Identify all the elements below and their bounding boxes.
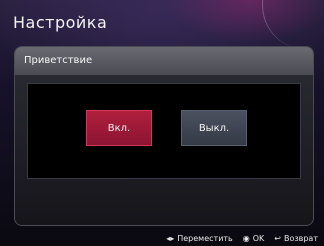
footer-hints: ◂▸ Переместить ◉ OK ↩ Возврат xyxy=(166,234,318,243)
page-title: Настройка xyxy=(13,13,108,32)
dialog-header: Приветствие xyxy=(15,47,313,76)
tv-screen: Настройка Приветствие Вкл. Выкл. ◂▸ Пере… xyxy=(0,0,324,246)
ok-button-icon: ◉ xyxy=(242,234,250,243)
on-button[interactable]: Вкл. xyxy=(86,110,152,146)
hint-ok: ◉ OK xyxy=(243,234,265,243)
off-button-label: Выкл. xyxy=(198,122,230,134)
decorative-arc xyxy=(262,0,324,50)
left-right-arrows-icon: ◂▸ xyxy=(166,234,175,243)
dialog-body xyxy=(27,83,301,179)
greeting-dialog: Приветствие Вкл. Выкл. xyxy=(14,46,314,226)
hint-move-label: Переместить xyxy=(177,234,233,243)
hint-move: ◂▸ Переместить xyxy=(166,234,233,243)
off-button[interactable]: Выкл. xyxy=(181,110,247,146)
hint-back-label: Возврат xyxy=(284,234,318,243)
hint-ok-label: OK xyxy=(252,234,265,243)
dialog-title: Приветствие xyxy=(24,55,93,66)
hint-back: ↩ Возврат xyxy=(274,234,318,243)
back-arrow-icon: ↩ xyxy=(274,234,281,243)
on-button-label: Вкл. xyxy=(107,122,131,134)
